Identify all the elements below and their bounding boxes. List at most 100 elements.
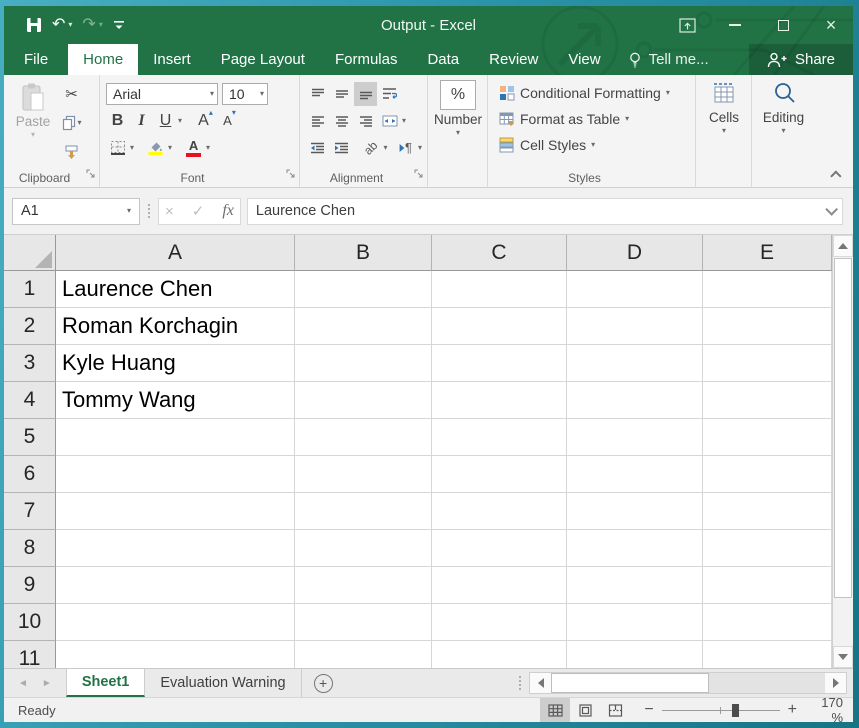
cell-D2[interactable] xyxy=(567,308,703,345)
copy-button[interactable]: ▾ xyxy=(60,111,83,135)
cell-D9[interactable] xyxy=(567,567,703,604)
cell-D11[interactable] xyxy=(567,641,703,668)
cell-styles-caret[interactable]: ▾ xyxy=(591,141,595,149)
font-dialog-launcher[interactable] xyxy=(286,165,295,183)
tab-data[interactable]: Data xyxy=(412,44,474,75)
wrap-text-button[interactable] xyxy=(378,82,401,106)
cell-B10[interactable] xyxy=(295,604,432,641)
previous-sheet-button[interactable]: ◄ xyxy=(18,678,28,689)
column-header-E[interactable]: E xyxy=(703,235,832,271)
cell-A11[interactable] xyxy=(56,641,295,668)
middle-align-button[interactable] xyxy=(330,82,353,106)
row-header-7[interactable]: 7 xyxy=(4,493,56,530)
cell-E1[interactable] xyxy=(703,271,832,308)
format-as-table-caret[interactable]: ▾ xyxy=(625,115,629,123)
format-as-table-button[interactable]: Format as Table ▾ xyxy=(496,106,690,132)
conditional-formatting-caret[interactable]: ▾ xyxy=(666,89,670,97)
expand-formula-bar-icon[interactable] xyxy=(825,203,838,216)
cell-C11[interactable] xyxy=(432,641,567,668)
confirm-entry-button[interactable]: ✓ xyxy=(192,202,205,220)
cell-D6[interactable] xyxy=(567,456,703,493)
borders-dropdown-caret[interactable]: ▾ xyxy=(130,144,134,152)
row-header-1[interactable]: 1 xyxy=(4,271,56,308)
cell-E5[interactable] xyxy=(703,419,832,456)
cells-button[interactable]: Cells ▾ xyxy=(702,80,746,166)
number-dropdown-caret[interactable]: ▾ xyxy=(456,129,460,137)
cell-A2[interactable]: Roman Korchagin xyxy=(56,308,295,345)
tab-file[interactable]: File xyxy=(4,44,68,75)
row-header-6[interactable]: 6 xyxy=(4,456,56,493)
cell-D10[interactable] xyxy=(567,604,703,641)
sheet-tab-evaluation-warning[interactable]: Evaluation Warning xyxy=(145,669,301,697)
formula-input[interactable]: Laurence Chen xyxy=(247,198,843,225)
cell-B6[interactable] xyxy=(295,456,432,493)
cell-C8[interactable] xyxy=(432,530,567,567)
column-header-D[interactable]: D xyxy=(567,235,703,271)
next-sheet-button[interactable]: ► xyxy=(42,678,52,689)
decrease-font-size-button[interactable]: A▾ xyxy=(218,109,241,133)
cell-A7[interactable] xyxy=(56,493,295,530)
vertical-scrollbar[interactable] xyxy=(832,235,853,668)
tab-home[interactable]: Home xyxy=(68,44,138,75)
new-sheet-button[interactable]: + xyxy=(314,669,333,697)
cell-C2[interactable] xyxy=(432,308,567,345)
cell-E9[interactable] xyxy=(703,567,832,604)
ribbon-display-options-button[interactable] xyxy=(665,10,709,40)
font-color-dropdown-caret[interactable]: ▾ xyxy=(206,144,210,152)
editing-button[interactable]: Editing ▾ xyxy=(758,80,809,166)
cell-B8[interactable] xyxy=(295,530,432,567)
undo-dropdown-caret[interactable]: ▾ xyxy=(68,21,72,29)
minimize-button[interactable] xyxy=(713,10,757,40)
font-name-caret[interactable]: ▾ xyxy=(210,90,214,98)
save-button[interactable] xyxy=(26,17,42,33)
fill-color-button[interactable] xyxy=(144,136,167,160)
underline-button[interactable]: U xyxy=(154,109,177,133)
cell-D1[interactable] xyxy=(567,271,703,308)
align-left-button[interactable] xyxy=(306,109,329,133)
redo-dropdown-caret[interactable]: ▾ xyxy=(99,21,103,29)
redo-button[interactable]: ↷ ▾ xyxy=(82,17,102,33)
zoom-slider[interactable] xyxy=(662,710,780,711)
column-header-C[interactable]: C xyxy=(432,235,567,271)
row-header-9[interactable]: 9 xyxy=(4,567,56,604)
cell-C5[interactable] xyxy=(432,419,567,456)
row-header-8[interactable]: 8 xyxy=(4,530,56,567)
decrease-indent-button[interactable] xyxy=(306,136,329,160)
name-box-caret[interactable]: ▾ xyxy=(127,207,131,215)
text-direction-dropdown-caret[interactable]: ▾ xyxy=(418,144,422,152)
font-size-combobox[interactable]: 10 ▾ xyxy=(222,83,268,105)
cell-A9[interactable] xyxy=(56,567,295,604)
font-name-combobox[interactable]: Arial ▾ xyxy=(106,83,218,105)
select-all-corner[interactable] xyxy=(4,235,56,271)
orientation-dropdown-caret[interactable]: ▾ xyxy=(383,144,387,152)
cells-dropdown-caret[interactable]: ▾ xyxy=(722,127,726,135)
merge-center-dropdown-caret[interactable]: ▾ xyxy=(402,117,406,125)
text-direction-button[interactable]: ¶ xyxy=(394,136,417,160)
editing-dropdown-caret[interactable]: ▾ xyxy=(781,127,785,135)
conditional-formatting-button[interactable]: Conditional Formatting ▾ xyxy=(496,80,690,106)
cell-C3[interactable] xyxy=(432,345,567,382)
cell-A1[interactable]: Laurence Chen xyxy=(56,271,295,308)
cell-D7[interactable] xyxy=(567,493,703,530)
tab-page-layout[interactable]: Page Layout xyxy=(206,44,320,75)
top-align-button[interactable] xyxy=(306,82,329,106)
scroll-up-button[interactable] xyxy=(833,235,853,257)
borders-button[interactable] xyxy=(106,136,129,160)
horizontal-scroll-thumb[interactable] xyxy=(551,673,709,693)
cell-B1[interactable] xyxy=(295,271,432,308)
tab-scrollbar-splitter[interactable] xyxy=(511,669,529,697)
sheet-tab-sheet1[interactable]: Sheet1 xyxy=(66,669,146,697)
insert-function-button[interactable]: fx xyxy=(222,202,234,220)
cell-C6[interactable] xyxy=(432,456,567,493)
orientation-button[interactable]: ab xyxy=(359,136,382,160)
scroll-down-button[interactable] xyxy=(833,646,853,668)
cell-A4[interactable]: Tommy Wang xyxy=(56,382,295,419)
cell-E10[interactable] xyxy=(703,604,832,641)
page-layout-view-button[interactable] xyxy=(570,698,600,722)
row-header-4[interactable]: 4 xyxy=(4,382,56,419)
copy-dropdown-caret[interactable]: ▾ xyxy=(77,119,81,127)
cell-styles-button[interactable]: Cell Styles ▾ xyxy=(496,132,690,158)
cell-D3[interactable] xyxy=(567,345,703,382)
font-color-button[interactable]: A xyxy=(182,136,205,160)
cut-button[interactable]: ✂ xyxy=(60,82,83,106)
